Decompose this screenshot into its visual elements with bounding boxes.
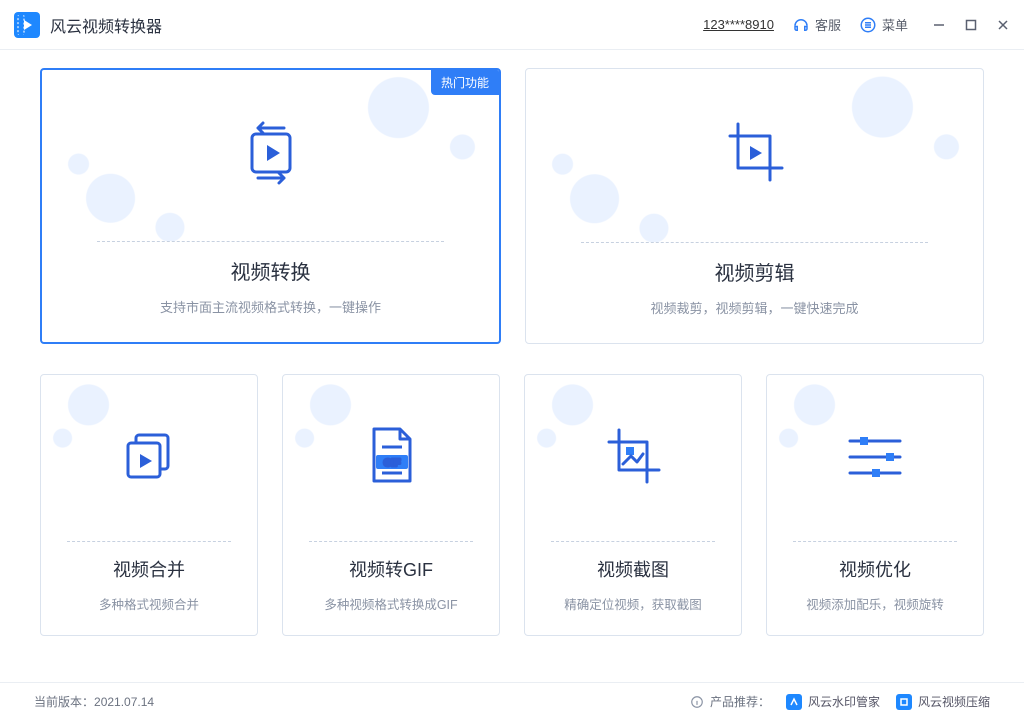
- close-button[interactable]: [996, 18, 1010, 32]
- menu-icon: [859, 16, 877, 34]
- version-label: 当前版本：: [34, 693, 94, 710]
- card-title: 视频转GIF: [349, 556, 433, 582]
- product-icon: [786, 694, 802, 710]
- card-desc: 精确定位视频，获取截图: [564, 594, 702, 613]
- product-icon: [896, 694, 912, 710]
- titlebar: 风云视频转换器 123****8910 客服 菜单: [0, 0, 1024, 50]
- card-desc: 视频裁剪，视频剪辑，一键快速完成: [650, 298, 858, 317]
- crop-icon: [718, 116, 792, 195]
- main-content: 热门功能 视频转换 支持市面主流视频格式转换，一键操作: [0, 50, 1024, 646]
- sliders-icon: [842, 427, 908, 490]
- card-desc: 多种格式视频合并: [99, 594, 199, 613]
- card-video-gif[interactable]: GIF 视频转GIF 多种视频格式转换成GIF: [282, 374, 500, 636]
- card-title: 视频剪辑: [715, 257, 795, 286]
- card-video-screenshot[interactable]: 视频截图 精确定位视频，获取截图: [524, 374, 742, 636]
- maximize-button[interactable]: [964, 18, 978, 32]
- convert-icon: [234, 116, 308, 195]
- app-logo-icon: [14, 12, 40, 38]
- account-link[interactable]: 123****8910: [703, 17, 774, 32]
- support-label: 客服: [815, 15, 841, 34]
- menu-label: 菜单: [882, 15, 908, 34]
- gif-file-icon: GIF: [362, 423, 420, 494]
- version-value: 2021.07.14: [94, 695, 154, 709]
- recommend-compress[interactable]: 风云视频压缩: [896, 693, 990, 710]
- app-title: 风云视频转换器: [50, 13, 162, 37]
- card-title: 视频转换: [231, 256, 311, 285]
- menu-button[interactable]: 菜单: [859, 15, 908, 34]
- card-title: 视频合并: [113, 556, 185, 582]
- info-icon: [690, 695, 704, 709]
- card-desc: 多种视频格式转换成GIF: [324, 594, 457, 613]
- card-video-convert[interactable]: 热门功能 视频转换 支持市面主流视频格式转换，一键操作: [40, 68, 501, 344]
- footer: 当前版本： 2021.07.14 产品推荐： 风云水印管家 风云视频压缩: [0, 682, 1024, 720]
- svg-text:GIF: GIF: [384, 458, 401, 469]
- card-video-optimize[interactable]: 视频优化 视频添加配乐，视频旋转: [766, 374, 984, 636]
- screenshot-icon: [601, 424, 665, 493]
- recommend-label: 产品推荐：: [690, 693, 770, 710]
- recommend-watermark[interactable]: 风云水印管家: [786, 693, 880, 710]
- card-title: 视频截图: [597, 556, 669, 582]
- support-button[interactable]: 客服: [792, 15, 841, 34]
- minimize-button[interactable]: [932, 18, 946, 32]
- card-video-edit[interactable]: 视频剪辑 视频裁剪，视频剪辑，一键快速完成: [525, 68, 984, 344]
- headset-icon: [792, 16, 810, 34]
- card-desc: 支持市面主流视频格式转换，一键操作: [160, 297, 381, 316]
- card-title: 视频优化: [839, 556, 911, 582]
- card-desc: 视频添加配乐，视频旋转: [806, 594, 944, 613]
- merge-icon: [118, 425, 180, 492]
- card-video-merge[interactable]: 视频合并 多种格式视频合并: [40, 374, 258, 636]
